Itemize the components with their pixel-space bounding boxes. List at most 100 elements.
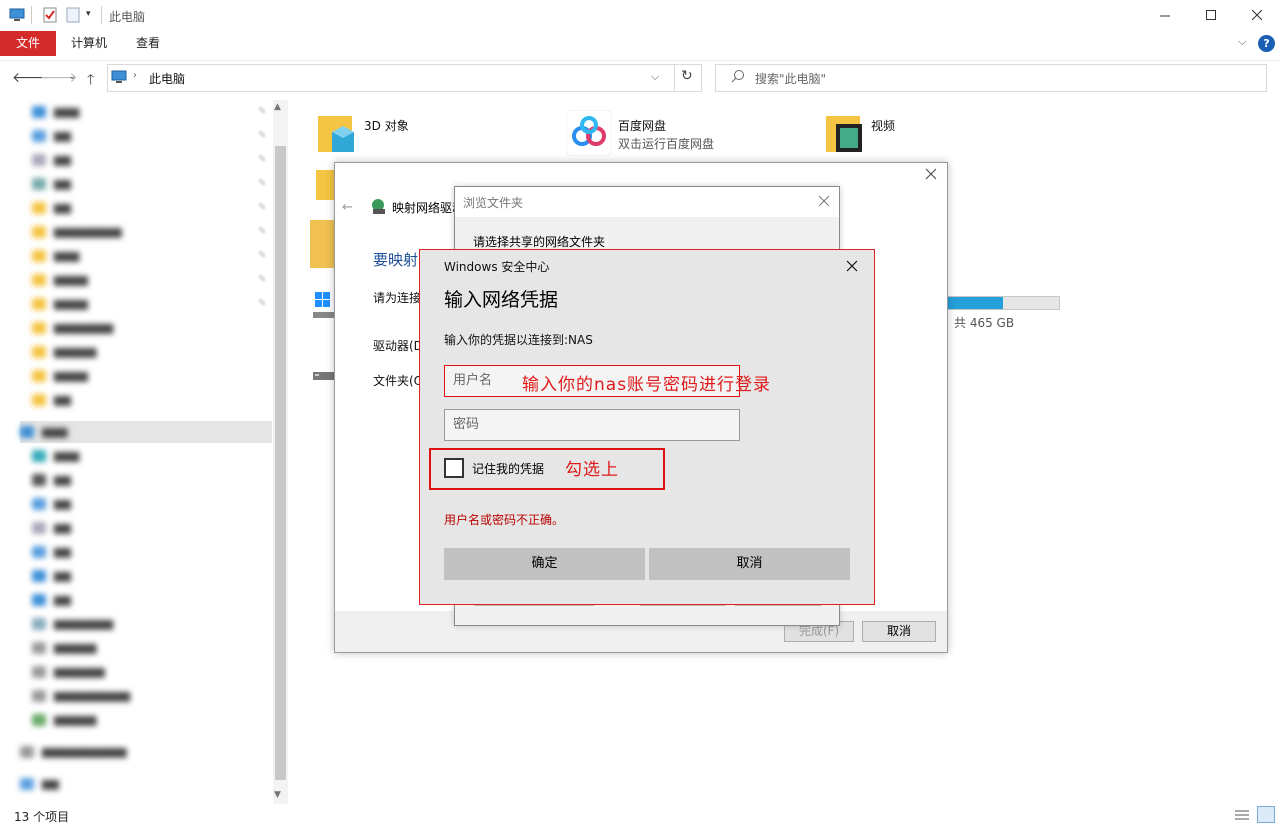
sidebar-item[interactable]: ▆▆▆▆▆▆▆▆ (32, 221, 262, 243)
sidebar-item[interactable]: ▆▆ (32, 517, 262, 539)
password-placeholder: 密码 (453, 417, 480, 432)
password-field[interactable]: 密码 (444, 409, 740, 441)
tab-view[interactable]: 查看 (136, 31, 160, 56)
details-view-icon[interactable] (1234, 808, 1250, 825)
recent-locations-icon[interactable]: ⌄ (68, 71, 76, 82)
wizard-cancel-button[interactable]: 取消 (862, 621, 936, 642)
sidebar-item[interactable]: ▆▆ (32, 389, 262, 411)
scroll-up-icon[interactable]: ▲ (274, 102, 281, 112)
breadcrumb[interactable]: 此电脑 (149, 70, 185, 87)
pin-icon: ✎ (258, 298, 267, 309)
baidu-netdisk-icon[interactable] (565, 109, 613, 159)
remember-credentials-label[interactable]: 记住我的凭据 (472, 460, 544, 477)
sidebar-item[interactable]: ▆▆▆ (20, 421, 250, 443)
up-arrow-icon[interactable]: 🡑 (87, 69, 94, 93)
drive-size-text: 共 465 GB (954, 316, 1015, 330)
breadcrumb-chevron-icon[interactable]: › (133, 70, 137, 81)
sidebar-item[interactable]: ▆▆ (32, 149, 262, 171)
chevron-down-icon[interactable]: ⌵ (1238, 35, 1246, 49)
pin-icon: ✎ (258, 274, 267, 285)
sidebar-item[interactable]: ▆▆▆▆▆ (32, 709, 262, 731)
window-title: 此电脑 (109, 10, 146, 24)
sidebar-item[interactable]: ▆▆ (32, 197, 262, 219)
sidebar-item[interactable]: ▆▆▆ (32, 101, 262, 123)
large-icons-view-icon[interactable] (1257, 806, 1275, 823)
address-dropdown-icon[interactable]: ⌵ (651, 70, 659, 84)
credential-description: 输入你的凭据以连接到:NAS (444, 333, 593, 347)
item-label[interactable]: 视频 (871, 117, 895, 134)
sidebar-item[interactable]: ▆▆▆ (32, 245, 262, 267)
browse-prompt: 请选择共享的网络文件夹 (473, 235, 606, 249)
close-icon[interactable] (818, 195, 830, 210)
sidebar-item[interactable]: ▆▆ (32, 469, 262, 491)
sidebar-item[interactable]: ▆▆▆▆ (32, 293, 262, 315)
close-icon[interactable] (925, 168, 937, 183)
username-annotation: 输入你的nas账号密码进行登录 (522, 375, 772, 395)
minimize-button[interactable] (1142, 0, 1188, 31)
new-folder-icon[interactable] (65, 7, 81, 23)
windows-drive-icon[interactable] (313, 292, 335, 325)
title-divider (101, 6, 102, 24)
address-bar[interactable] (107, 64, 702, 92)
scroll-down-icon[interactable]: ▼ (274, 790, 281, 800)
sidebar-item[interactable]: ▆▆ (32, 565, 262, 587)
folder-label: 文件夹(O (373, 374, 424, 388)
drive-icon[interactable] (313, 368, 335, 387)
pin-icon: ✎ (258, 178, 267, 189)
pin-icon: ✎ (258, 154, 267, 165)
browse-title: 浏览文件夹 (463, 196, 524, 210)
sidebar-item[interactable]: ▆▆ (32, 589, 262, 611)
cancel-button[interactable]: 取消 (649, 548, 850, 580)
properties-icon[interactable] (42, 7, 58, 23)
folder-icon[interactable] (310, 220, 334, 268)
ribbon (0, 31, 1280, 56)
sidebar-item[interactable]: ▆▆▆▆▆▆▆ (32, 613, 262, 635)
sidebar-item[interactable]: ▆▆ (32, 541, 262, 563)
3d-objects-folder-icon[interactable] (318, 112, 358, 159)
sidebar-item[interactable]: ▆▆ (20, 773, 250, 795)
maximize-button[interactable] (1188, 0, 1234, 31)
sidebar-item[interactable]: ▆▆ (32, 493, 262, 515)
pin-icon: ✎ (258, 202, 267, 213)
credential-app-title: Windows 安全中心 (444, 260, 550, 274)
pin-icon: ✎ (258, 130, 267, 141)
sidebar-item[interactable]: ▆▆▆▆▆▆▆ (32, 317, 262, 339)
help-icon[interactable]: ? (1258, 35, 1275, 52)
sidebar-item[interactable]: ▆▆▆▆▆▆▆▆▆ (32, 685, 262, 707)
status-bar (0, 804, 1280, 828)
search-icon (731, 69, 745, 86)
drive-label: 驱动器(D (373, 339, 423, 353)
sidebar-item[interactable]: ▆▆▆▆ (32, 365, 262, 387)
sidebar-item[interactable]: ▆▆ (32, 125, 262, 147)
credential-error: 用户名或密码不正确。 (444, 513, 565, 527)
item-label[interactable]: 百度网盘 (618, 117, 666, 134)
pin-icon: ✎ (258, 250, 267, 261)
item-sublabel: 双击运行百度网盘 (618, 137, 715, 151)
sidebar-item[interactable]: ▆▆ (32, 173, 262, 195)
back-arrow-icon[interactable]: ← (342, 200, 353, 215)
videos-folder-icon[interactable] (826, 112, 866, 159)
remember-credentials-checkbox[interactable] (444, 458, 464, 478)
sidebar-item[interactable]: ▆▆▆▆▆▆▆▆▆▆ (20, 741, 250, 763)
close-window-button[interactable] (1234, 0, 1280, 31)
refresh-icon[interactable]: ↻ (681, 68, 693, 84)
close-icon[interactable] (846, 260, 858, 275)
sidebar-item[interactable]: ▆▆▆▆ (32, 269, 262, 291)
tab-file[interactable]: 文件 (0, 31, 56, 56)
toolbar-divider (31, 6, 32, 24)
address-divider (674, 64, 675, 92)
ok-button[interactable]: 确定 (444, 548, 645, 580)
item-label[interactable]: 3D 对象 (364, 117, 409, 134)
sidebar-item[interactable]: ▆▆▆▆▆▆ (32, 661, 262, 683)
pin-icon: ✎ (258, 226, 267, 237)
customize-toolbar-icon[interactable]: ▾ (86, 9, 91, 19)
sidebar-item[interactable]: ▆▆▆ (32, 445, 262, 467)
folder-icon[interactable] (316, 170, 334, 200)
scrollbar-thumb[interactable] (275, 146, 286, 780)
sidebar-item[interactable]: ▆▆▆▆▆ (32, 637, 262, 659)
tab-computer[interactable]: 计算机 (71, 31, 107, 56)
search-placeholder: 搜索"此电脑" (755, 72, 827, 86)
item-count: 13 个项目 (14, 810, 70, 824)
sidebar-item[interactable]: ▆▆▆▆▆ (32, 341, 262, 363)
wizard-instruction: 请为连接 (373, 291, 422, 305)
